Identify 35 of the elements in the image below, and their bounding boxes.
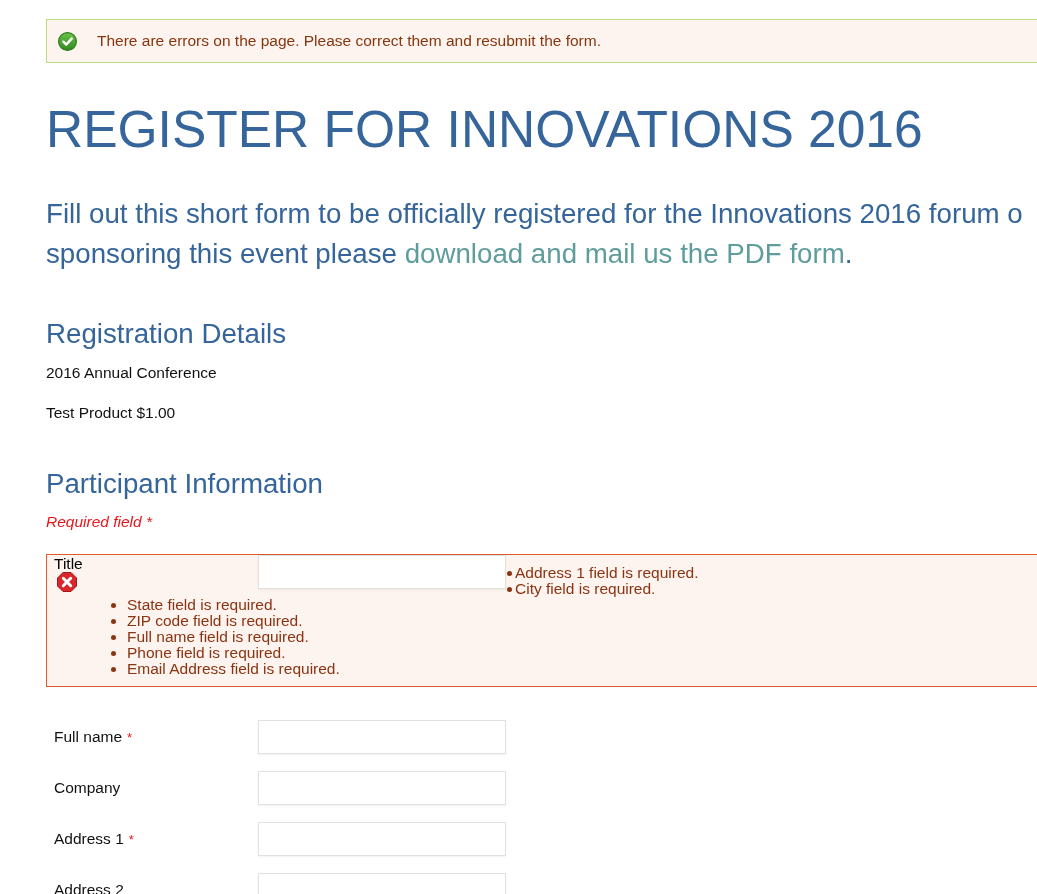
error-message: Address 1 field is required. [515,565,699,581]
field-label: Title [54,557,83,571]
error-message: Phone field is required. [127,645,286,661]
bullet-icon [507,586,512,592]
required-mark: * [127,729,133,745]
alert-message: There are errors on the page. Please correct them and resubmit the form. [97,32,601,50]
bullet-icon [111,634,116,640]
error-octagon-icon [57,572,77,592]
error-message: State field is required. [127,597,277,613]
field-label: Full name [54,728,123,746]
text-input[interactable] [258,822,506,856]
required-legend: Required field * [46,512,152,532]
pdf-form-link[interactable]: download and mail us the PDF form [404,238,845,269]
check-circle-icon [58,31,77,51]
error-message: City field is required. [515,581,656,597]
section-heading: Participant Information [46,467,324,501]
intro-paragraph: Fill out this short form to be officially registered for the Innovations 2016 forum o sponsoring this event please download and mail us the PDF form. [46,197,1024,271]
bullet-icon [111,602,116,608]
bullet-icon [111,666,116,672]
error-message: Email Address field is required. [127,661,340,677]
error-message: Full name field is required. [127,629,309,645]
bullet-icon [111,618,116,624]
error-message: ZIP code field is required. [127,613,303,629]
text-input[interactable] [258,720,506,754]
bullet-icon [111,650,116,656]
page-title: REGISTER FOR INNOVATIONS 2016 [46,99,924,159]
registration-item: 2016 Annual Conference [46,363,217,383]
text-input[interactable] [258,771,506,805]
text-input[interactable] [258,555,506,589]
field-label: Address 1 [54,830,124,848]
bullet-icon [507,570,512,576]
required-mark: * [128,831,134,847]
section-heading: Registration Details [46,317,288,351]
registration-item: Test Product $1.00 [46,403,176,423]
field-label: Company [54,779,121,797]
